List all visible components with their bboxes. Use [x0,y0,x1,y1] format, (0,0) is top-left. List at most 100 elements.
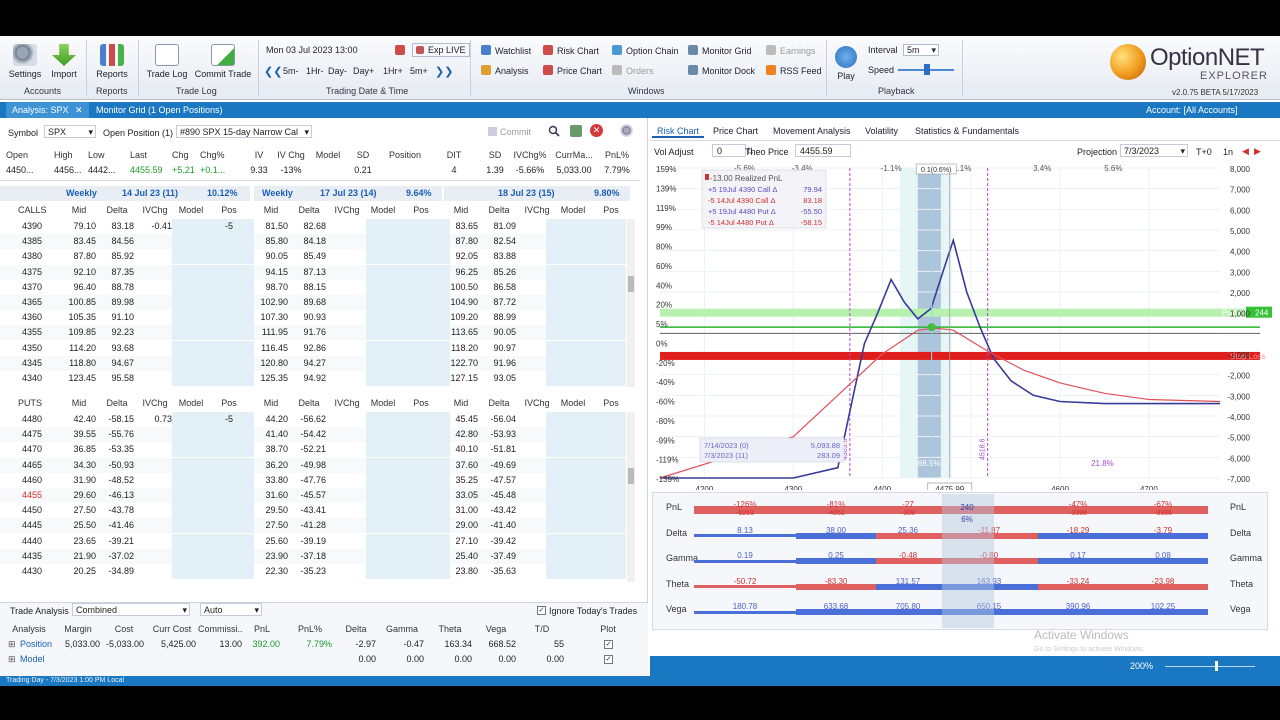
chain-cell[interactable]: 25.50 [62,518,96,533]
price-chart-button[interactable]: Price Chart [543,65,602,76]
chain-cell[interactable]: -37.18 [292,549,326,564]
strike-cell[interactable]: 4375 [22,265,42,280]
symbol-select[interactable]: SPX ▾ [44,125,96,138]
chain-cell[interactable]: 21.90 [62,549,96,564]
chain-cell[interactable]: 90.05 [482,325,516,340]
grid-icon[interactable] [570,125,582,137]
chain-cell[interactable]: 87.72 [482,295,516,310]
strike-cell[interactable]: 4365 [22,295,42,310]
plot-position-checkbox[interactable]: ✓ [604,640,613,649]
chain-cell[interactable]: -58.15 [100,412,134,427]
chain-cell[interactable]: 81.50 [254,219,288,234]
chain-cell[interactable] [138,564,172,579]
chain-cell[interactable]: 96.25 [444,265,478,280]
chain-cell[interactable]: 118.20 [444,341,478,356]
strike-cell[interactable]: 4480 [22,412,42,427]
chain-cell[interactable]: -53.93 [482,427,516,442]
chain-cell[interactable] [138,356,172,371]
combined-select[interactable]: Combined ▾ [72,603,190,616]
chain-cell[interactable]: -5 [212,412,246,427]
chain-cell[interactable]: -41.28 [292,518,326,533]
chain-cell[interactable]: 36.20 [254,458,288,473]
chain-cell[interactable]: 36.85 [62,442,96,457]
chain-cell[interactable]: 100.50 [444,280,478,295]
chain-cell[interactable] [138,249,172,264]
chain-cell[interactable]: 82.54 [482,234,516,249]
chain-scrollbar-thumb[interactable] [628,468,634,484]
chain-cell[interactable]: 91.10 [100,310,134,325]
chain-cell[interactable] [212,518,246,533]
chain-cell[interactable] [138,371,172,386]
chain-cell[interactable] [138,265,172,280]
option-chain-button[interactable]: Option Chain [612,45,679,56]
chain-cell[interactable]: -34.89 [100,564,134,579]
chain-cell[interactable]: -49.98 [292,458,326,473]
import-button[interactable]: Import [48,44,80,79]
rss-feed-button[interactable]: RSS Feed [766,65,822,76]
chain-cell[interactable]: 23.80 [444,564,478,579]
expiry-type[interactable]: Weekly [66,186,97,201]
chain-cell[interactable]: -45.48 [482,488,516,503]
strike-cell[interactable]: 4345 [22,356,42,371]
chain-cell[interactable]: -41.46 [100,518,134,533]
chain-cell[interactable] [174,219,208,234]
chain-cell[interactable]: 111.95 [254,325,288,340]
chain-cell[interactable]: 109.20 [444,310,478,325]
chain-cell[interactable]: 37.60 [444,458,478,473]
chain-scrollbar[interactable] [627,412,635,582]
chain-cell[interactable] [174,371,208,386]
chain-cell[interactable]: -37.49 [482,549,516,564]
strike-cell[interactable]: 4430 [22,564,42,579]
chain-cell[interactable] [174,458,208,473]
chain-cell[interactable]: -56.04 [482,412,516,427]
chain-cell[interactable]: 41.40 [254,427,288,442]
chain-cell[interactable]: 95.58 [100,371,134,386]
chain-cell[interactable] [174,427,208,442]
tab-analysis-spx[interactable]: Analysis: SPX ✕ [6,102,89,118]
chain-cell[interactable] [174,310,208,325]
chain-scrollbar[interactable] [627,219,635,387]
chain-cell[interactable]: 122.70 [444,356,478,371]
chain-cell[interactable]: 27.50 [254,518,288,533]
strike-cell[interactable]: 4435 [22,549,42,564]
chain-cell[interactable]: 89.98 [100,295,134,310]
chain-cell[interactable]: 93.68 [100,341,134,356]
chain-cell[interactable]: 87.13 [292,265,326,280]
interval-select[interactable]: 5m ▾ [903,44,939,56]
chain-cell[interactable]: 87.35 [100,265,134,280]
chain-cell[interactable]: 94.15 [254,265,288,280]
chain-cell[interactable]: 79.10 [62,219,96,234]
step-forward-fast-icon[interactable]: ❯❯ [435,65,453,78]
chain-cell[interactable]: 39.55 [62,427,96,442]
t-plus-label[interactable]: T+0 [1196,145,1212,160]
chain-cell[interactable]: 92.23 [100,325,134,340]
prev-icon[interactable]: ◀ [1242,144,1249,159]
chain-cell[interactable]: 94.67 [100,356,134,371]
chain-cell[interactable] [174,564,208,579]
chain-cell[interactable]: 31.90 [62,473,96,488]
chain-cell[interactable]: -56.62 [292,412,326,427]
chain-cell[interactable]: 83.88 [482,249,516,264]
step-button[interactable]: Day- [328,66,347,76]
chain-cell[interactable] [138,488,172,503]
chain-cell[interactable]: 91.76 [292,325,326,340]
strike-cell[interactable]: 4360 [22,310,42,325]
chain-cell[interactable]: 127.15 [444,371,478,386]
step-back-fast-icon[interactable]: ❮❮ [264,65,282,78]
expiry-date[interactable]: 18 Jul 23 (15) [498,186,555,201]
chain-cell[interactable]: 25.60 [254,534,288,549]
chain-cell[interactable] [212,371,246,386]
chain-cell[interactable]: 40.10 [444,442,478,457]
monitor-grid-button[interactable]: Monitor Grid [688,45,752,56]
chain-cell[interactable]: 83.45 [62,234,96,249]
chain-cell[interactable]: 114.20 [62,341,96,356]
strike-cell[interactable]: 4470 [22,442,42,457]
exp-live-button[interactable]: Exp LIVE [412,43,470,57]
expand-icon[interactable]: ⊞ [8,652,16,667]
risk-chart[interactable]: Profit Target244Stop Loss4363.6 4518.6159… [652,160,1272,490]
chain-cell[interactable]: -5 [212,219,246,234]
gear-icon[interactable] [620,124,633,137]
chain-cell[interactable] [174,265,208,280]
strike-cell[interactable]: 4460 [22,473,42,488]
zoom-slider-thumb[interactable] [1215,661,1218,671]
